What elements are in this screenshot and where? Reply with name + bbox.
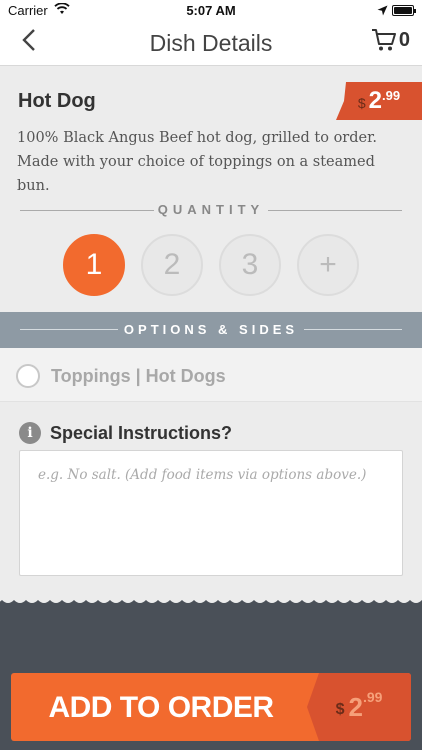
quantity-label: QUANTITY bbox=[0, 202, 422, 218]
cart-icon bbox=[371, 29, 396, 51]
cart-count: 0 bbox=[398, 28, 410, 51]
status-bar: Carrier 5:07 AM bbox=[0, 0, 422, 22]
battery-icon bbox=[392, 5, 416, 16]
dish-section: Hot Dog $ 2 .99 100% Black Angus Beef ho… bbox=[0, 66, 422, 312]
price-tag: $ 2 .99 bbox=[336, 82, 422, 120]
price-cents: .99 bbox=[382, 88, 401, 103]
status-time: 5:07 AM bbox=[186, 3, 236, 18]
add-to-order-button[interactable]: ADD TO ORDER $ 2 .99 bbox=[11, 673, 411, 741]
option-radio[interactable] bbox=[16, 364, 40, 388]
page-title: Dish Details bbox=[149, 30, 273, 56]
options-header: OPTIONS & SIDES bbox=[0, 312, 422, 348]
special-instructions-section: i Special Instructions? bbox=[0, 402, 422, 600]
price-symbol: $ bbox=[357, 95, 366, 111]
cart-button[interactable]: 0 bbox=[371, 28, 410, 52]
quantity-option-1[interactable]: 1 bbox=[63, 234, 125, 296]
info-icon: i bbox=[19, 422, 41, 444]
option-label: Toppings | Hot Dogs bbox=[51, 366, 226, 386]
button-price: $ 2 .99 bbox=[307, 673, 411, 741]
dish-name: Hot Dog bbox=[18, 90, 96, 112]
option-row-toppings[interactable]: Toppings | Hot Dogs bbox=[0, 348, 422, 402]
quantity-option-more[interactable]: + bbox=[297, 234, 359, 296]
divider bbox=[268, 210, 402, 211]
button-price-cents: .99 bbox=[362, 689, 383, 705]
divider bbox=[304, 329, 402, 330]
nav-bar: Dish Details 0 bbox=[0, 22, 422, 66]
quantity-option-2[interactable]: 2 bbox=[141, 234, 203, 296]
button-price-main: 2 bbox=[348, 691, 363, 722]
dish-description: 100% Black Angus Beef hot dog, grilled t… bbox=[17, 130, 378, 194]
location-icon bbox=[377, 4, 388, 19]
add-to-order-label: ADD TO ORDER bbox=[48, 691, 274, 724]
button-price-symbol: $ bbox=[335, 701, 345, 718]
special-instructions-input[interactable] bbox=[19, 450, 403, 576]
special-instructions-label: Special Instructions? bbox=[50, 423, 233, 443]
price-main: 2 bbox=[368, 87, 383, 114]
quantity-option-3[interactable]: 3 bbox=[219, 234, 281, 296]
wavy-divider bbox=[0, 594, 422, 603]
